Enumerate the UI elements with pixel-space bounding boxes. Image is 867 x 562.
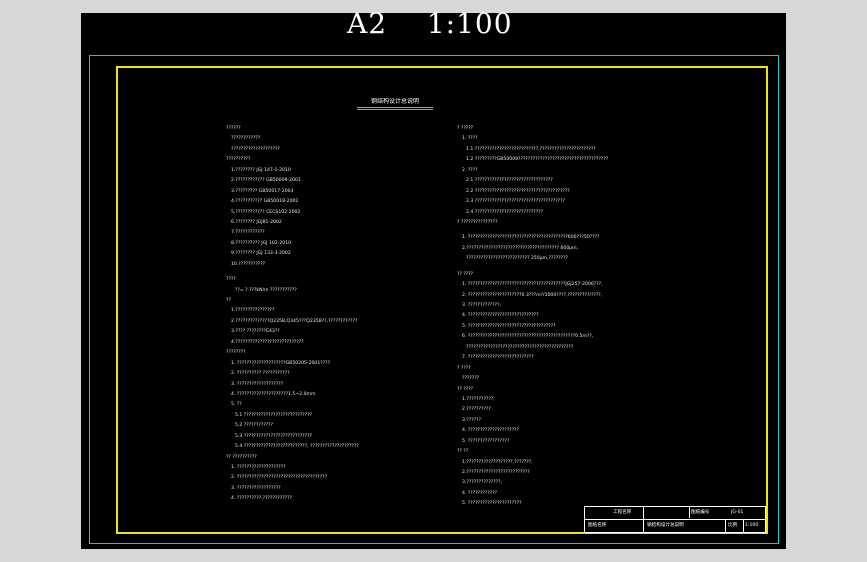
note-line: 1.???????????????????,???????, (462, 459, 533, 465)
note-line: 1. ?????????????????????????????????????… (462, 282, 603, 288)
sheet-scale-title: A2 1:100 (347, 6, 547, 42)
drawing-name-label: 图纸名称 (588, 523, 607, 528)
note-line: 4.???????????????????????????? (231, 339, 304, 345)
note-line: 7.???????????? (231, 230, 265, 236)
note-line: 2.??????????????????????????????????????… (462, 245, 579, 251)
drawing-no-label: 图纸编号 (691, 510, 710, 515)
note-line: ?? ???? (457, 386, 474, 392)
note-line: 1. ?????????????????????????????????????… (462, 235, 600, 241)
note-line: 4.??????????? GB50018-2002 (231, 199, 299, 205)
note-line: ?????? (226, 126, 241, 131)
notes-right-column: ? ????? 1. ???? 1.1 ??????????????????????… (457, 124, 608, 510)
note-line: 4. ??????????,???????????? (231, 496, 292, 502)
note-line: 5.???????????? CECS102:2002 (231, 209, 301, 215)
note-line: ???????????????????? (231, 146, 280, 152)
project-label: 工程名称 (613, 510, 632, 515)
note-line: 5.3 ???????????????????????????? (235, 433, 313, 439)
note-line: 2.???????????? GB50009-2001 (231, 178, 301, 184)
note-line: 3.???? ????????E43?? (231, 329, 280, 335)
note-line: ????????????????????????????????????????… (466, 344, 574, 350)
note-line: ?? ?????????? (226, 454, 257, 460)
scale-value: 1:100 (745, 523, 759, 528)
note-line: 9.???????? JGJ 133-3-2002 (231, 251, 291, 257)
note-line: ???????? (226, 350, 246, 356)
scale-label: 比例 (728, 523, 738, 528)
note-line: 1.???????? JGJ 147-1-2010 (231, 167, 291, 173)
note-line: ?? (226, 298, 231, 303)
note-line: 4. ????????????????????? (462, 428, 520, 434)
note-line: 10.??????????? (231, 261, 266, 267)
drawing-name-value: 钢结构设计总说明 (647, 523, 684, 528)
heading-underline (357, 107, 433, 110)
note-line: ? ????? (457, 126, 474, 131)
note-line: 1.2 ?????????GB50009????????????????????… (466, 157, 609, 163)
title-block-divider (643, 507, 644, 532)
note-line: ? ??????????????? (457, 219, 498, 225)
note-line: 3. ?????????????, (462, 303, 501, 308)
note-line: 8.?????????? JGJ 102-2010 (231, 240, 292, 246)
note-line: 4. ????????????????????????????? (462, 313, 539, 319)
note-line: ??= ?.???kN/m ??????????? (235, 287, 297, 293)
note-line: 5. ?? (231, 402, 242, 408)
note-line: 5.2 ???????????? (235, 423, 274, 429)
note-line: 2. ???? (462, 167, 478, 173)
note-line: ?????????????????????????? 250μm,???????… (466, 256, 568, 262)
note-line: 5. ????????????????? (462, 438, 510, 444)
note-line: 1.1 ??????????????????????????,?????????… (466, 146, 596, 152)
notes-left-column: ????????????????????????????????????????… (226, 124, 359, 505)
note-line: 1. ???????????????????? (231, 465, 286, 470)
note-line: 1.???????????????? (231, 308, 275, 314)
note-line: 1. ????????????????????GB50205-2001???? (231, 360, 331, 366)
note-line: 5.4 ??????????????????????????, ????????… (235, 444, 359, 450)
note-line: 2.3 ????????????????????????????????????… (466, 199, 565, 205)
note-line: ?? ?? (457, 449, 469, 455)
note-line: 2.2 ????????????????????????????????????… (466, 188, 570, 194)
note-line: 2. ?????????? ??????????? (231, 371, 290, 377)
note-line: 2. ??????????????????????0.3???m?/1000??… (462, 292, 603, 298)
title-block: 工程名称 图纸编号 JG-01 图纸名称 钢结构设计总说明 比例 1:100 (584, 506, 766, 533)
note-line: ?? ???? (457, 271, 474, 277)
note-line: ???????????? (231, 136, 261, 142)
note-line: 5. ???????????????????????????????????? (462, 323, 556, 329)
drawing-no-value: JG-01 (731, 510, 744, 515)
note-line: 4. ???????????? (462, 490, 498, 496)
note-line: 7. ??????????????????????????? (462, 355, 534, 361)
note-line: ? ???? (457, 365, 471, 371)
sheet-inner-border (116, 66, 768, 534)
note-line: 2.4 ???????????????????????????? (466, 209, 544, 215)
sheet-size-label: A2 (347, 7, 388, 40)
note-line: 2.??????????????Q235B,Q345???Q235B??,???… (231, 318, 358, 324)
note-line: 3.????????? GB50017-2003 (231, 188, 294, 194)
note-line: 1. ???? (462, 136, 478, 142)
note-line: ??????? (462, 376, 480, 382)
note-line: 2. ????????????????????????????????????? (231, 475, 328, 481)
title-block-divider (725, 520, 726, 532)
note-line: 2.1 ???????????????????????????????? (466, 178, 553, 184)
note-line: 3. ??????????????????? (231, 381, 284, 387)
note-line: 4. ?????????????????????1.5~2.0mm (231, 391, 316, 397)
sheet-scale-label: 1:100 (426, 7, 513, 40)
note-line: 6.???????? JGJ81-2002 (231, 219, 282, 225)
note-line: ?????????? (226, 157, 251, 163)
note-line: 3.?????? (462, 417, 482, 423)
title-block-divider (689, 507, 690, 518)
note-line: 3. ?????????????????? (231, 485, 281, 491)
title-block-divider (585, 519, 765, 520)
note-line: 2.?????????? (462, 407, 491, 413)
title-block-divider (743, 520, 744, 532)
note-line: ???? (226, 277, 236, 283)
note-line: 2.?????????????????????????? (462, 470, 530, 475)
note-line: 5.1 ???????????????????????????? (235, 412, 313, 418)
note-line: 1.???????????, (462, 396, 495, 402)
note-line: 3.??????????????, (462, 480, 502, 486)
note-line: 6. ?????????????????????????????????????… (462, 334, 594, 340)
